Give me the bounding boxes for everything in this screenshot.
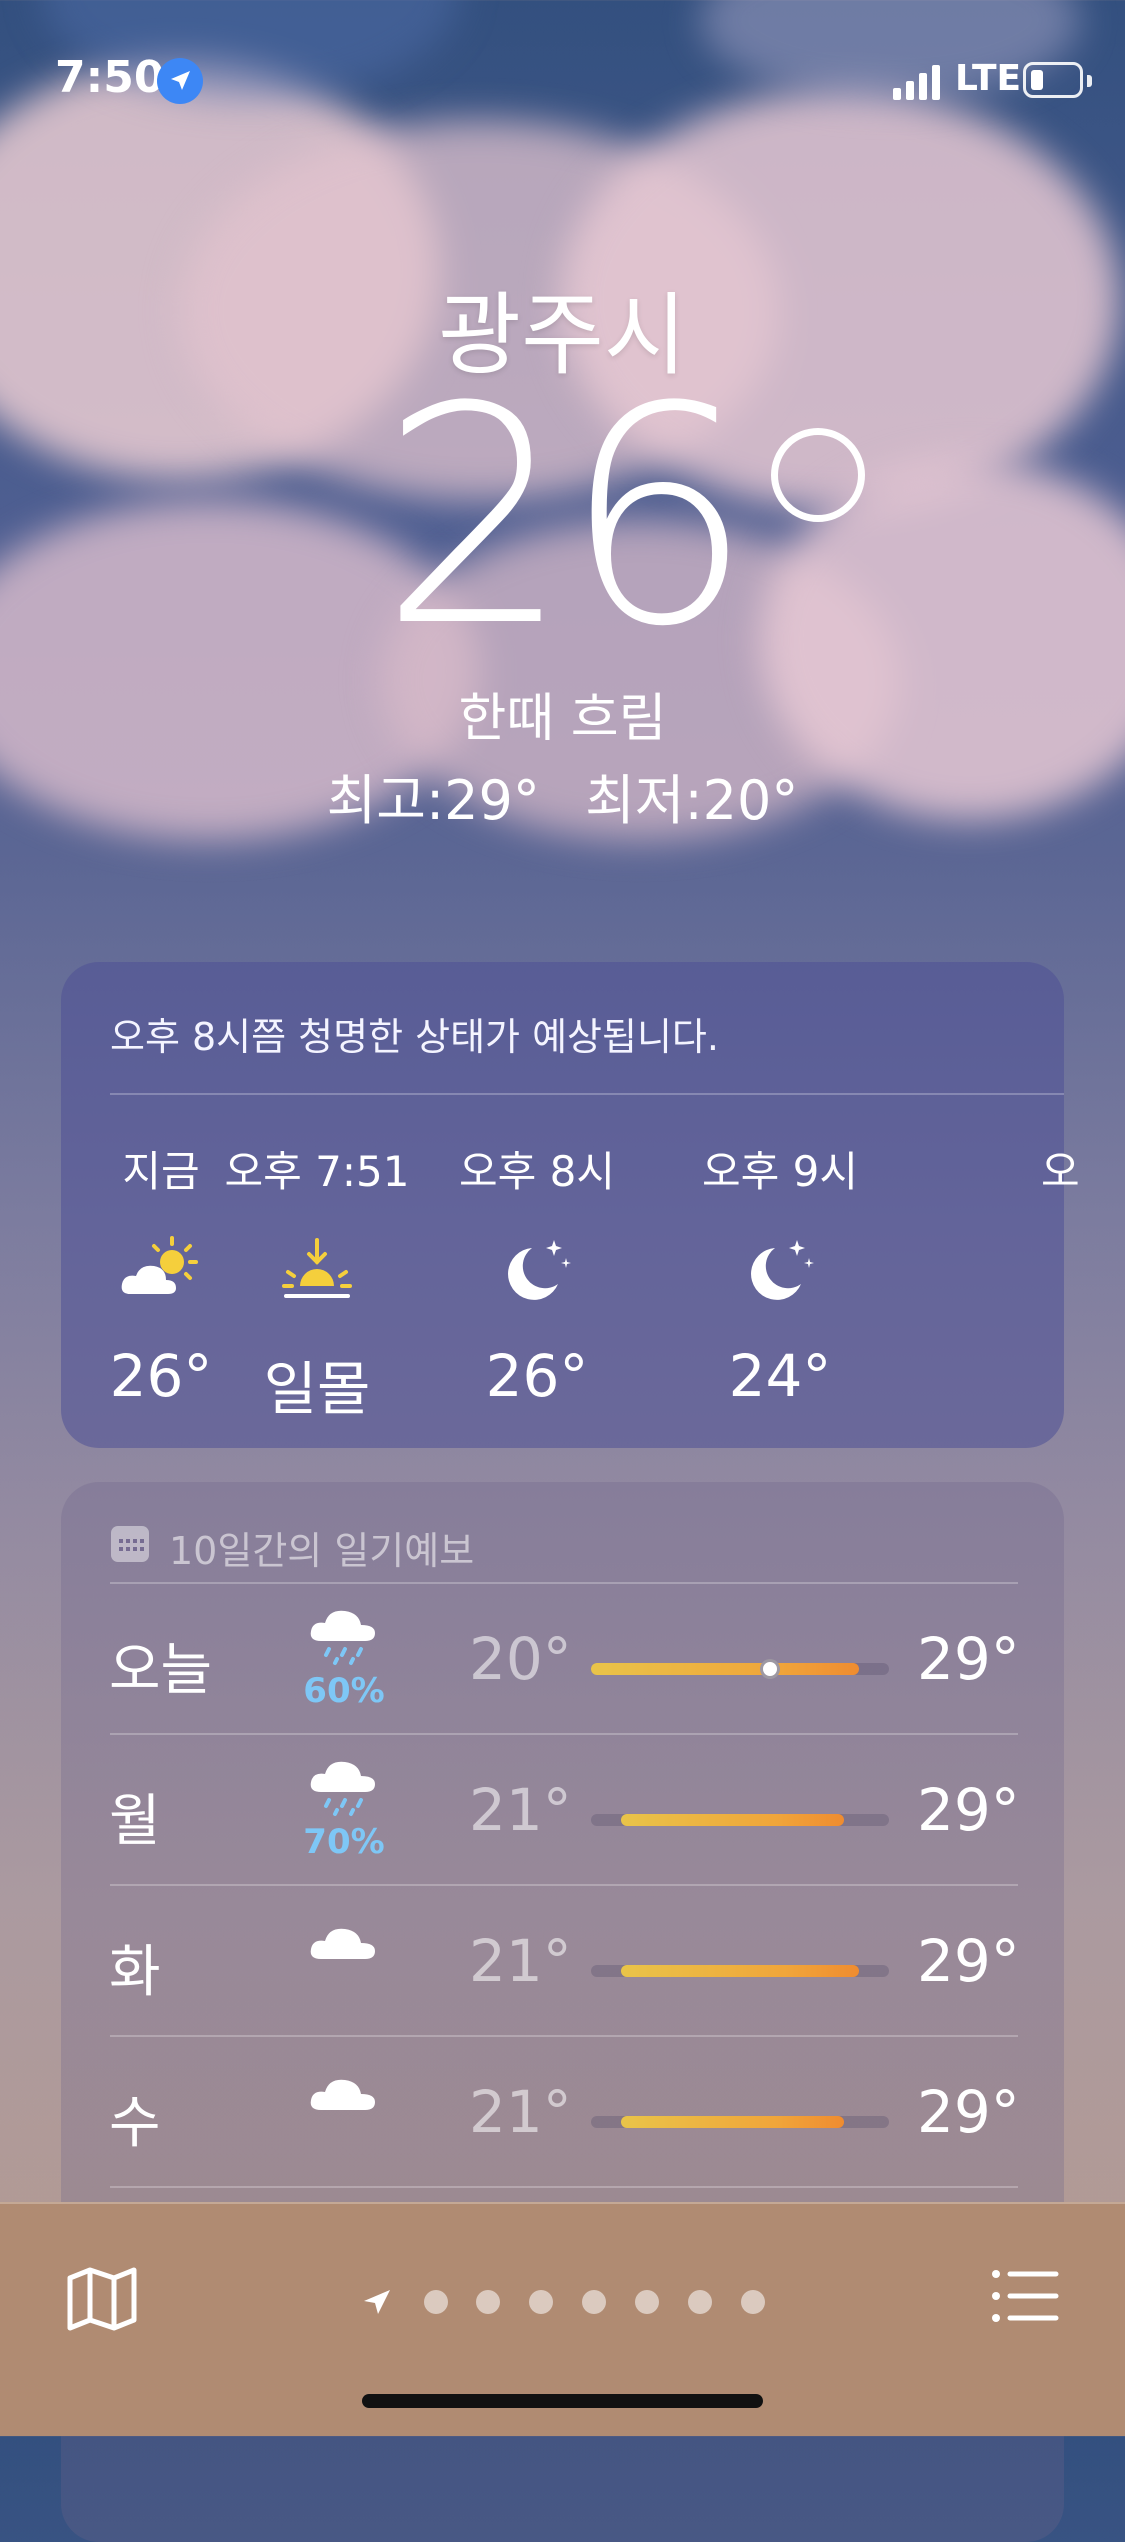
day-row[interactable]: 오늘 60% 20° 29°: [109, 1583, 1020, 1733]
map-icon[interactable]: [66, 2266, 138, 2332]
hour-temperature: 24°: [728, 1342, 832, 1410]
degree-symbol: [771, 428, 866, 522]
current-temperature-marker: [759, 1659, 780, 1679]
hourly-forecast-card[interactable]: 오후 8시쯤 청명한 상태가 예상됩니다. 지금 26° 오후 7:51 일몰 …: [61, 962, 1080, 1448]
page-dot[interactable]: [582, 2290, 606, 2314]
precipitation-chance: 70%: [303, 1822, 385, 1862]
current-temperature: 26: [380, 368, 866, 668]
temperature-range-fill: [620, 1814, 845, 1826]
page-dot[interactable]: [424, 2290, 448, 2314]
current-temperature-block: 26: [0, 368, 1125, 668]
cloud-rain-icon: [305, 1754, 383, 1818]
current-temperature-value: 26: [379, 343, 754, 692]
status-time: 7:50: [55, 52, 165, 103]
high-temperature: 29°: [917, 2078, 1020, 2146]
low-temperature: 21°: [469, 1776, 572, 1844]
cloud-rain-icon: [305, 1603, 383, 1667]
page-dot[interactable]: [741, 2290, 765, 2314]
current-condition: 한때 흐림: [458, 689, 667, 749]
precipitation-chance: 60%: [303, 1671, 385, 1711]
day-row[interactable]: 화 21° 29°: [109, 1885, 1020, 2035]
hour-label-partial: 오: [1041, 1147, 1080, 1196]
day-name: 월: [109, 1789, 161, 1854]
hour-label: 오후 9시: [702, 1147, 858, 1196]
day-name: 수: [109, 2091, 161, 2156]
divider: [110, 1093, 1064, 1095]
moon-stars-icon: [735, 1234, 825, 1304]
partly-cloudy-day-icon: [116, 1234, 206, 1304]
page-dot[interactable]: [476, 2290, 500, 2314]
temperature-range-bar: [591, 2116, 889, 2128]
home-indicator[interactable]: [362, 2394, 763, 2408]
temperature-range-fill: [591, 1663, 860, 1675]
temperature-range-bar: [591, 1659, 889, 1679]
day-row[interactable]: 수 21° 29°: [109, 2036, 1020, 2186]
hour-label: 오후 8시: [459, 1147, 615, 1196]
low-temperature: 최저:20°: [585, 769, 799, 832]
temperature-range-bar: [591, 1965, 889, 1977]
sunset-icon: [272, 1234, 362, 1304]
high-temperature: 최고:29°: [326, 769, 540, 832]
page-dot[interactable]: [529, 2290, 553, 2314]
day-name: 화: [109, 1940, 161, 2005]
divider: [110, 2186, 1018, 2188]
day-name: 오늘: [109, 1638, 213, 1703]
hour-temperature: 26°: [485, 1342, 589, 1410]
low-temperature: 21°: [469, 2078, 572, 2146]
battery-low-icon: [1023, 62, 1092, 98]
cloud-icon: [305, 1905, 383, 1969]
forecast-summary: 오후 8시쯤 청명한 상태가 예상됩니다.: [110, 1015, 719, 1059]
signal-bars-icon: [893, 64, 943, 100]
page-dot[interactable]: [635, 2290, 659, 2314]
high-temperature: 29°: [917, 1927, 1020, 1995]
current-location-icon: [364, 2290, 390, 2314]
hour-event: 일몰: [263, 1355, 371, 1423]
network-type: LTE: [955, 58, 1022, 99]
location-arrow-icon: [157, 58, 203, 104]
list-icon[interactable]: [990, 2266, 1060, 2326]
low-temperature: 20°: [469, 1625, 572, 1693]
temperature-range-fill: [620, 1965, 860, 1977]
low-temperature: 21°: [469, 1927, 572, 1995]
temperature-range-fill: [620, 2116, 845, 2128]
page-dot[interactable]: [688, 2290, 712, 2314]
ten-day-title: 10일간의 일기예보: [169, 1529, 475, 1573]
high-temperature: 29°: [917, 1625, 1020, 1693]
high-temperature: 29°: [917, 1776, 1020, 1844]
cloud-icon: [305, 2056, 383, 2120]
day-row[interactable]: 월 70% 21° 29°: [109, 1734, 1020, 1884]
high-low: 최고:29° 최저:20°: [0, 756, 1125, 835]
hour-label: 오후 7:51: [224, 1147, 410, 1196]
status-bar: 7:50 LTE: [0, 0, 1125, 160]
calendar-icon: [111, 1526, 149, 1562]
temperature-range-bar: [591, 1814, 889, 1826]
moon-stars-icon: [492, 1234, 582, 1304]
